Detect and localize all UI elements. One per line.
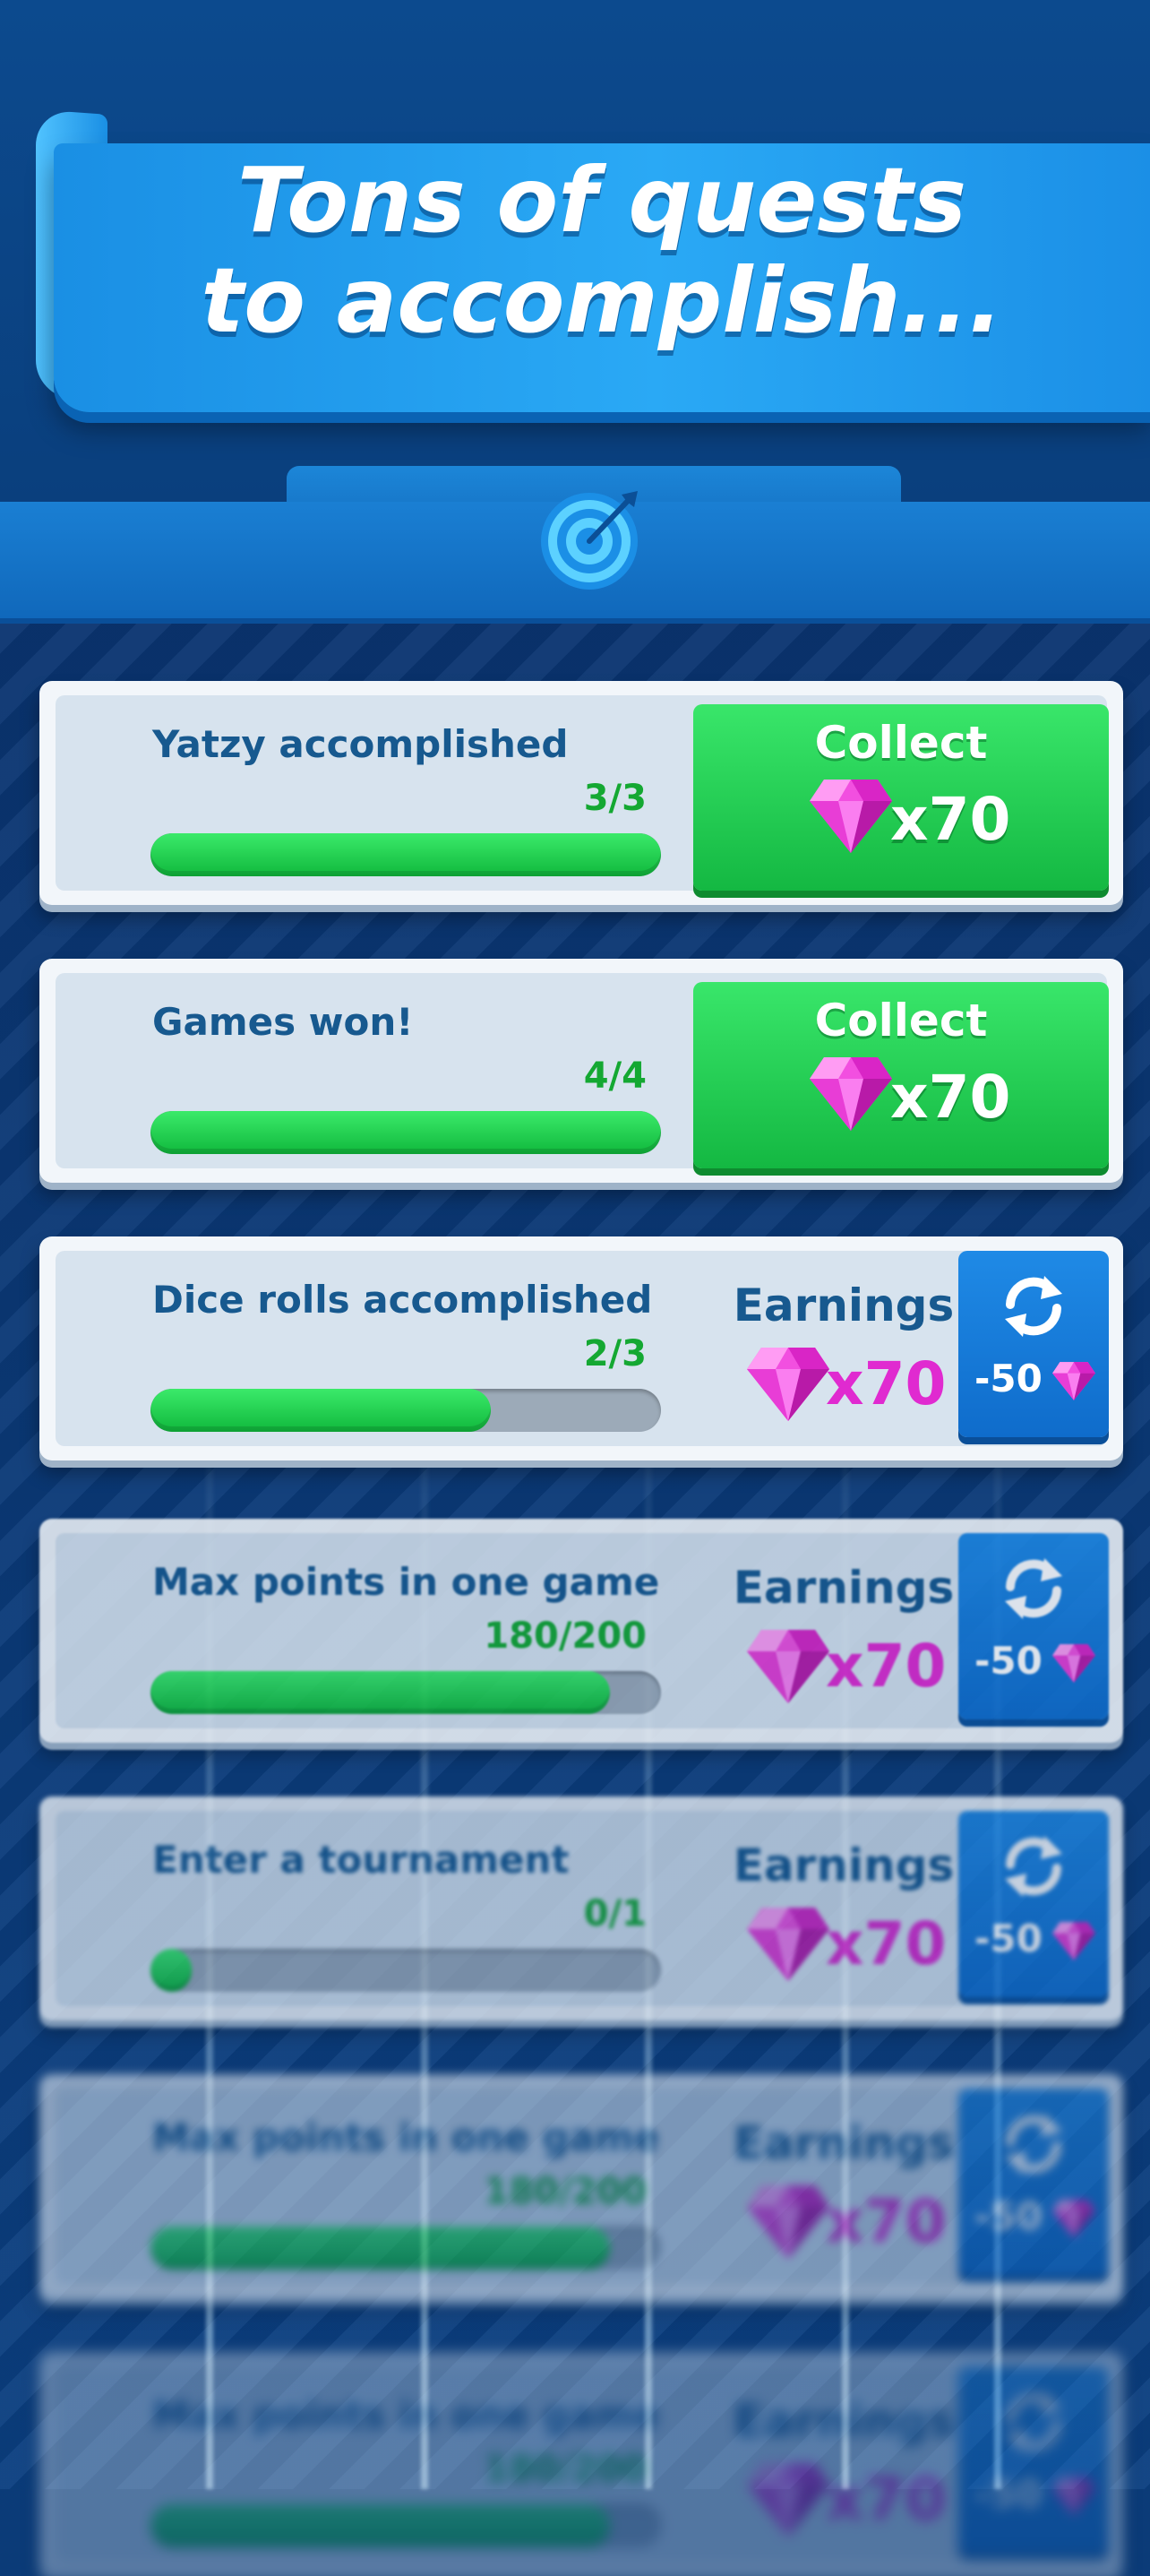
quest-card-body: Games won! 4/4 Collect x70 — [56, 973, 1109, 1168]
quest-card-body: Dice rolls accomplished 2/3 Earnings x70… — [56, 1251, 1109, 1446]
quest-card-body: Max points in one game 180/200 Earnings … — [56, 2089, 1109, 2284]
gem-icon — [745, 2460, 831, 2538]
refresh-icon — [998, 2386, 1069, 2458]
refresh-quest-button[interactable]: -50 — [958, 2366, 1109, 2553]
quest-title: Dice rolls accomplished — [152, 1278, 653, 1322]
quest-title: Yatzy accomplished — [152, 722, 569, 766]
quest-progress-text: 2/3 — [583, 1333, 647, 1374]
progress-bar-fill — [150, 833, 661, 876]
banner-line-2: to accomplish... — [201, 248, 1003, 353]
progress-bar — [150, 2227, 661, 2270]
reward-amount: x70 — [826, 1349, 947, 1418]
quest-progress-text: 180/200 — [484, 2171, 647, 2212]
refresh-quest-button[interactable]: -50 — [958, 1251, 1109, 1437]
gem-icon — [1051, 2198, 1096, 2239]
quest-card-body: Max points in one game 180/200 Earnings … — [56, 2366, 1109, 2562]
earnings-label: Earnings — [733, 1279, 955, 1331]
gem-icon — [1051, 1920, 1096, 1961]
refresh-cost: -50 — [974, 1639, 1043, 1683]
quest-progress-text: 4/4 — [583, 1055, 647, 1097]
refresh-icon — [998, 1553, 1069, 1624]
reward-amount: x70 — [826, 1632, 947, 1701]
collect-label: Collect — [814, 995, 988, 1047]
banner-title: Tons of quests to accomplish... — [54, 151, 1150, 351]
earnings-label: Earnings — [733, 1562, 955, 1614]
collect-label: Collect — [814, 717, 988, 769]
progress-bar-fill — [150, 2504, 610, 2547]
reward-amount: x70 — [890, 1063, 1011, 1132]
progress-bar-fill — [150, 2227, 610, 2270]
gem-icon — [745, 2182, 831, 2261]
quest-title: Max points in one game — [152, 2393, 660, 2437]
earnings-label: Earnings — [733, 2395, 955, 2447]
progress-bar — [150, 1389, 661, 1432]
refresh-quest-button[interactable]: -50 — [958, 1811, 1109, 1997]
gem-icon — [808, 776, 894, 855]
refresh-quest-button[interactable]: -50 — [958, 1533, 1109, 1719]
quest-card: Max points in one game 180/200 Earnings … — [39, 1519, 1123, 1743]
quest-card-body: Yatzy accomplished 3/3 Collect x70 — [56, 695, 1109, 891]
banner-line-1: Tons of quests — [236, 148, 966, 253]
quest-card: Enter a tournament 0/1 Earnings x70 -50 — [39, 1796, 1123, 2020]
progress-bar — [150, 1111, 661, 1154]
collect-button[interactable]: Collect x70 — [693, 982, 1109, 1168]
quest-progress-text: 0/1 — [583, 1893, 647, 1934]
gem-icon — [1051, 2476, 1096, 2517]
gem-icon — [1051, 1642, 1096, 1684]
quest-progress-text: 3/3 — [583, 778, 647, 819]
quest-card: Max points in one game 180/200 Earnings … — [39, 2074, 1123, 2298]
progress-bar-fill — [150, 1671, 610, 1714]
progress-bar-fill — [150, 1389, 492, 1432]
earnings-label: Earnings — [733, 1839, 955, 1891]
quest-card: Games won! 4/4 Collect x70 — [39, 959, 1123, 1183]
quest-title: Games won! — [152, 1000, 414, 1044]
progress-bar — [150, 833, 661, 876]
reward-amount: x70 — [890, 785, 1011, 854]
refresh-cost: -50 — [974, 1917, 1043, 1960]
refresh-cost: -50 — [974, 2194, 1043, 2238]
collect-button[interactable]: Collect x70 — [693, 704, 1109, 891]
quest-card: Yatzy accomplished 3/3 Collect x70 — [39, 681, 1123, 905]
target-icon — [541, 491, 638, 590]
progress-bar — [150, 1671, 661, 1714]
quest-progress-text: 180/200 — [484, 1615, 647, 1657]
gem-icon — [745, 1904, 831, 1983]
earnings-label: Earnings — [733, 2117, 955, 2169]
gem-icon — [1051, 1360, 1096, 1401]
quest-progress-text: 180/200 — [484, 2449, 647, 2490]
quest-card: Dice rolls accomplished 2/3 Earnings x70… — [39, 1236, 1123, 1460]
quest-title: Max points in one game — [152, 2115, 660, 2159]
progress-bar — [150, 1949, 661, 1992]
quest-title: Max points in one game — [152, 1560, 660, 1604]
gem-icon — [745, 1626, 831, 1705]
refresh-cost: -50 — [974, 1357, 1043, 1400]
progress-bar-fill — [150, 1111, 661, 1154]
quest-card-body: Max points in one game 180/200 Earnings … — [56, 1533, 1109, 1728]
progress-bar — [150, 2504, 661, 2547]
refresh-cost: -50 — [974, 2472, 1043, 2516]
reward-amount: x70 — [826, 1909, 947, 1978]
reward-amount: x70 — [826, 2465, 947, 2534]
quest-card: Max points in one game 180/200 Earnings … — [39, 2352, 1123, 2576]
gem-icon — [808, 1054, 894, 1133]
refresh-icon — [998, 1271, 1069, 1342]
progress-bar-fill — [150, 1949, 192, 1992]
quest-title: Enter a tournament — [152, 1838, 570, 1882]
refresh-icon — [998, 2108, 1069, 2180]
gem-icon — [745, 1344, 831, 1423]
refresh-quest-button[interactable]: -50 — [958, 2089, 1109, 2275]
reward-amount: x70 — [826, 2187, 947, 2256]
refresh-icon — [998, 1831, 1069, 1902]
quest-card-body: Enter a tournament 0/1 Earnings x70 -50 — [56, 1811, 1109, 2006]
